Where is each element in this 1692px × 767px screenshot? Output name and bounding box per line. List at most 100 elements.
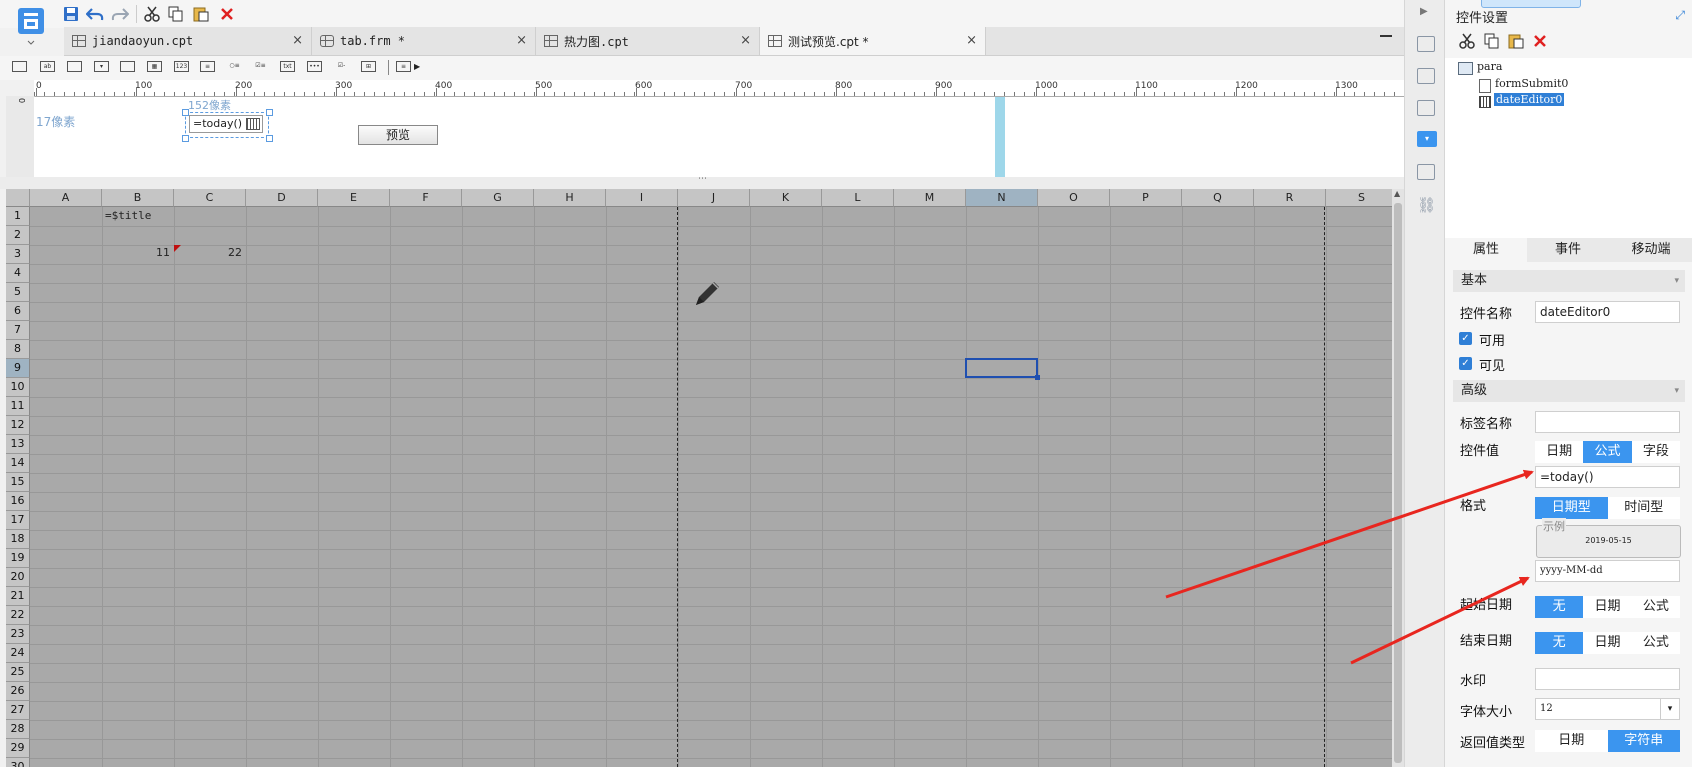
format-time-type[interactable]: 时间型 [1608, 497, 1681, 519]
cut-icon[interactable] [1459, 33, 1475, 52]
row-header[interactable]: 27 [6, 701, 30, 720]
widget-name-field[interactable]: dateEditor0 [1535, 301, 1680, 323]
fill-handle[interactable] [1035, 375, 1040, 380]
cell-b3[interactable]: 11 [142, 246, 170, 259]
row-header[interactable]: 28 [6, 720, 30, 739]
chevron-right-icon[interactable]: ▶ [414, 62, 420, 71]
visible-checkbox[interactable]: ✓ [1459, 357, 1472, 370]
popout-icon[interactable]: ⤢ [1675, 8, 1685, 23]
column-header[interactable]: P [1110, 189, 1182, 207]
value-type-date[interactable]: 日期 [1535, 441, 1583, 463]
font-size-select[interactable]: 12 ▾ [1535, 698, 1680, 720]
return-type-string[interactable]: 字符串 [1607, 730, 1680, 752]
column-header[interactable]: K [750, 189, 822, 207]
value-type-field[interactable]: 字段 [1632, 441, 1680, 463]
textarea-widget-icon[interactable]: ≡ [200, 61, 215, 72]
tab-mobile[interactable]: 移动端 [1609, 238, 1692, 262]
return-type-date[interactable]: 日期 [1535, 730, 1608, 752]
end-date-formula[interactable]: 公式 [1632, 632, 1680, 654]
end-date-none[interactable]: 无 [1535, 632, 1584, 654]
row-header[interactable]: 19 [6, 549, 30, 568]
report-grid[interactable]: A B C D E F G H I J K L M N O P Q R S 1 … [6, 189, 1392, 767]
column-header[interactable]: H [534, 189, 606, 207]
checkbox-group-icon[interactable]: ☑≡ [253, 61, 268, 72]
column-header[interactable]: F [390, 189, 462, 207]
column-header[interactable]: L [822, 189, 894, 207]
date-editor-widget[interactable]: =today() [189, 115, 263, 133]
tab-properties[interactable]: 属性 [1445, 238, 1527, 262]
row-header[interactable]: 16 [6, 492, 30, 511]
column-header[interactable]: O [1038, 189, 1110, 207]
delete-icon[interactable] [1533, 34, 1547, 51]
row-header[interactable]: 10 [6, 378, 30, 397]
row-header[interactable]: 22 [6, 606, 30, 625]
row-header[interactable]: 24 [6, 644, 30, 663]
row-header[interactable]: 21 [6, 587, 30, 606]
close-icon[interactable]: × [740, 33, 751, 48]
cell-b1[interactable]: =$title [105, 209, 151, 222]
widget-settings-icon[interactable]: ▾ [1417, 131, 1437, 147]
row-header[interactable]: 2 [6, 226, 30, 245]
select-all-corner[interactable] [6, 189, 30, 207]
preview-button[interactable]: 预览 [358, 125, 438, 145]
column-header[interactable]: G [462, 189, 534, 207]
row-header[interactable]: 25 [6, 663, 30, 682]
watermark-field[interactable] [1535, 668, 1680, 690]
section-basic[interactable]: 基本 ▾ [1453, 270, 1685, 292]
cell-element-icon[interactable] [1417, 36, 1435, 52]
row-header[interactable]: 26 [6, 682, 30, 701]
tab-test-preview[interactable]: 测试预览.cpt * × [760, 27, 986, 55]
tree-item[interactable]: formSubmit0 [1495, 77, 1568, 90]
radio-group-icon[interactable]: ○≡ [227, 61, 242, 72]
start-date-none[interactable]: 无 [1535, 596, 1584, 618]
widget-value-formula[interactable]: =today() [1535, 466, 1680, 488]
column-header[interactable]: I [606, 189, 678, 207]
parameter-pane[interactable]: 17像素 152像素 =today() 预览 [34, 97, 1404, 177]
calendar-icon[interactable] [246, 118, 260, 130]
multi-file-icon[interactable]: ••• [307, 61, 322, 72]
column-header[interactable]: Q [1182, 189, 1254, 207]
cell-attribute-icon[interactable] [1417, 68, 1435, 84]
copy-icon[interactable] [1484, 33, 1500, 52]
tab-list-icon[interactable] [1380, 35, 1392, 47]
checkbox-widget-icon[interactable]: ☑- [334, 61, 349, 72]
dropdown-widget-icon[interactable]: ▾ [94, 61, 109, 72]
row-header[interactable]: 20 [6, 568, 30, 587]
tab-heatmap[interactable]: 热力图.cpt × [536, 27, 760, 55]
scrollbar-thumb[interactable] [1394, 203, 1402, 763]
button-widget-icon[interactable] [67, 61, 82, 72]
start-date-date[interactable]: 日期 [1583, 596, 1631, 618]
redo-icon[interactable] [111, 5, 129, 23]
tree-root[interactable]: para [1477, 60, 1502, 73]
close-icon[interactable]: × [966, 33, 977, 48]
value-type-formula[interactable]: 公式 [1583, 441, 1632, 463]
delete-icon[interactable] [218, 5, 236, 23]
row-header[interactable]: 23 [6, 625, 30, 644]
date-widget-icon[interactable]: ▦ [147, 61, 162, 72]
chevron-down-icon[interactable]: ▾ [1674, 380, 1679, 402]
text-widget-icon[interactable]: ab [40, 61, 55, 72]
vertical-scrollbar[interactable]: ▲ [1392, 189, 1404, 767]
column-header[interactable]: D [246, 189, 318, 207]
scroll-up-icon[interactable]: ▲ [1394, 189, 1400, 198]
tab-events[interactable]: 事件 [1527, 238, 1609, 262]
tree-combo-icon[interactable]: ⊞ [361, 61, 376, 72]
float-element-icon[interactable] [1417, 100, 1435, 116]
row-header[interactable]: 8 [6, 340, 30, 359]
chevron-down-icon[interactable]: ▾ [1674, 270, 1679, 292]
cell-selection[interactable] [965, 358, 1038, 378]
cut-icon[interactable] [143, 5, 161, 23]
tree-item-selected[interactable]: dateEditor0 [1494, 93, 1565, 106]
format-pattern-field[interactable]: yyyy-MM-dd [1535, 560, 1680, 582]
row-header-selected[interactable]: 9 [6, 359, 30, 378]
row-header[interactable]: 5 [6, 283, 30, 302]
row-header[interactable]: 30 [6, 758, 30, 767]
file-widget-icon[interactable]: txt [280, 61, 295, 72]
row-header[interactable]: 12 [6, 416, 30, 435]
copy-icon[interactable] [167, 5, 185, 23]
column-header[interactable]: S [1326, 189, 1392, 207]
row-header[interactable]: 14 [6, 454, 30, 473]
end-date-date[interactable]: 日期 [1583, 632, 1631, 654]
row-header[interactable]: 3 [6, 245, 30, 264]
column-header[interactable]: A [30, 189, 102, 207]
